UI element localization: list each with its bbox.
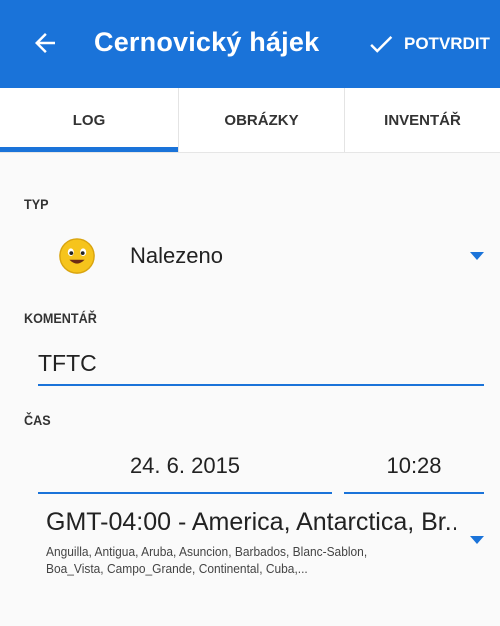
check-icon (370, 36, 393, 53)
type-value: Nalezeno (130, 243, 223, 268)
tab-images[interactable]: OBRÁZKY (178, 88, 344, 152)
time-label: ČAS (24, 412, 51, 428)
tab-indicator (0, 147, 178, 152)
chevron-down-icon[interactable] (470, 536, 484, 544)
smiley-icon (59, 238, 95, 274)
timezone-title: GMT-04:00 - America, Antarctica, Br... (46, 508, 456, 536)
page-title: Cernovický hájek (94, 27, 320, 57)
tab-bar: LOG OBRÁZKY INVENTÁŘ (0, 88, 500, 153)
timezone-dropdown[interactable]: GMT-04:00 - America, Antarctica, Br... A… (46, 508, 476, 592)
chevron-down-icon (470, 252, 484, 260)
confirm-button-label: POTVRDIT (404, 34, 490, 53)
comment-input[interactable]: TFTC (38, 342, 484, 386)
timezone-detail: Anguilla, Antigua, Aruba, Asuncion, Barb… (46, 544, 368, 576)
confirm-button[interactable]: POTVRDIT (366, 26, 500, 62)
date-field[interactable]: 24. 6. 2015 (38, 440, 332, 494)
time-field[interactable]: 10:28 (344, 440, 484, 494)
tab-log[interactable]: LOG (0, 88, 178, 152)
tab-inventory[interactable]: INVENTÁŘ (344, 88, 500, 152)
arrow-left-icon[interactable] (30, 28, 60, 58)
comment-label: KOMENTÁŘ (24, 310, 97, 326)
type-dropdown[interactable]: Nalezeno (58, 234, 498, 278)
type-label: TYP (24, 196, 49, 212)
app-bar: Cernovický hájek POTVRDIT (0, 0, 500, 88)
